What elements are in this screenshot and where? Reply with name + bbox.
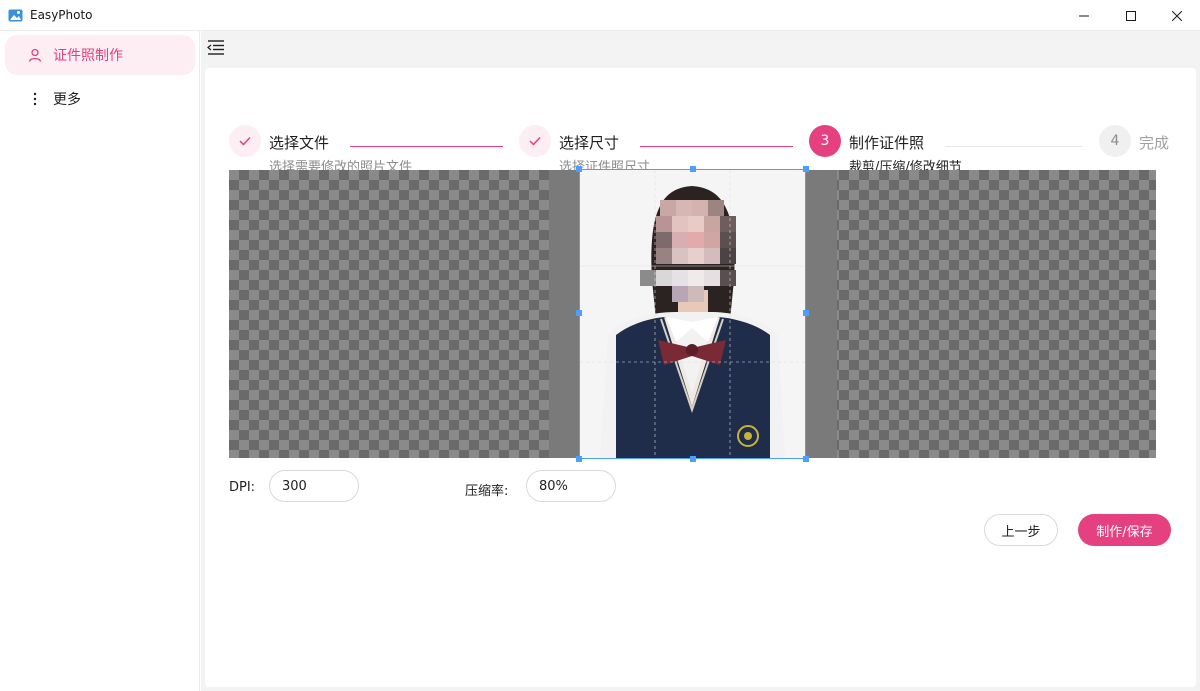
dpi-input[interactable] xyxy=(269,470,359,502)
step-1-check xyxy=(229,125,261,157)
maximize-icon xyxy=(1126,10,1136,21)
sidebar-item-id-photo[interactable]: 证件照制作 xyxy=(5,35,195,75)
compression-input[interactable] xyxy=(526,470,616,502)
crop-handle-right[interactable] xyxy=(803,310,809,316)
step-2-check xyxy=(519,125,551,157)
maximize-button[interactable] xyxy=(1108,0,1154,31)
sidebar-item-label: 证件照制作 xyxy=(53,48,123,64)
crop-handle-bottom-right[interactable] xyxy=(803,456,809,462)
minimize-button[interactable] xyxy=(1061,0,1107,31)
close-icon xyxy=(1172,10,1182,21)
crop-handle-top-right[interactable] xyxy=(803,166,809,172)
dpi-label: DPI: xyxy=(229,480,256,495)
title-bar: EasyPhoto xyxy=(0,0,1200,31)
compress-label: 压缩率: xyxy=(465,484,509,499)
minimize-icon xyxy=(1079,15,1089,16)
previous-step-button[interactable]: 上一步 xyxy=(984,514,1058,546)
user-icon xyxy=(27,47,43,63)
content-card: 选择文件 选择需要修改的照片文件 选择尺寸 选择证件照尺寸 3 制作证件照 裁剪… xyxy=(205,68,1196,687)
step-connector xyxy=(945,146,1083,147)
step-1-title: 选择文件 xyxy=(269,134,330,152)
window-title: EasyPhoto xyxy=(30,8,93,22)
make-save-button[interactable]: 制作/保存 xyxy=(1078,514,1171,546)
step-connector xyxy=(350,146,503,147)
sidebar: 证件照制作 更多 xyxy=(0,31,200,691)
main-area: 选择文件 选择需要修改的照片文件 选择尺寸 选择证件照尺寸 3 制作证件照 裁剪… xyxy=(201,31,1200,691)
step-connector xyxy=(640,146,793,147)
crop-handle-left[interactable] xyxy=(576,310,582,316)
step-3-title: 制作证件照 xyxy=(849,134,925,152)
crop-handle-bottom-left[interactable] xyxy=(576,456,582,462)
close-button[interactable] xyxy=(1154,0,1200,31)
step-2-title: 选择尺寸 xyxy=(559,134,620,152)
step-3-number: 3 xyxy=(809,125,841,157)
crop-handle-top[interactable] xyxy=(690,166,696,172)
app-logo-icon xyxy=(8,9,23,22)
crop-handle-bottom[interactable] xyxy=(690,456,696,462)
photo-canvas[interactable] xyxy=(229,166,1156,462)
check-icon xyxy=(529,136,541,146)
collapse-menu-icon[interactable] xyxy=(207,39,225,55)
crop-frame[interactable] xyxy=(576,166,809,462)
sidebar-item-label: 更多 xyxy=(53,92,81,108)
more-vertical-icon xyxy=(27,91,43,107)
step-4-number: 4 xyxy=(1099,125,1131,157)
sidebar-item-more[interactable]: 更多 xyxy=(5,79,195,119)
check-icon xyxy=(239,136,251,146)
step-4-title: 完成 xyxy=(1139,134,1170,152)
crop-handle-top-left[interactable] xyxy=(576,166,582,172)
